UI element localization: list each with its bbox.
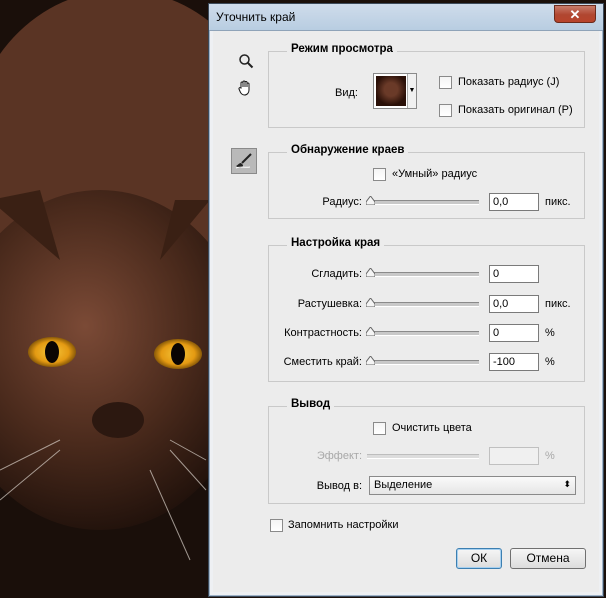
decontaminate-colors-checkbox[interactable]: [373, 422, 386, 435]
output-to-value: Выделение: [374, 479, 433, 491]
slider-thumb-icon[interactable]: [366, 356, 375, 365]
window-title: Уточнить край: [216, 10, 296, 24]
smooth-label: Сгладить:: [311, 268, 362, 280]
hand-icon: [238, 80, 250, 96]
feather-input[interactable]: 0,0: [489, 295, 539, 313]
show-original-label: Показать оригинал (P): [458, 104, 573, 116]
show-original-checkbox[interactable]: [439, 104, 452, 117]
output-to-label: Вывод в:: [316, 480, 362, 492]
show-radius-checkbox[interactable]: [439, 76, 452, 89]
amount-label: Эффект:: [316, 450, 362, 462]
chevron-down-icon: ▼: [407, 74, 416, 108]
ok-button[interactable]: ОК: [456, 548, 502, 569]
shift-edge-slider[interactable]: [366, 356, 479, 365]
adjust-edge-title: Настройка края: [287, 237, 385, 249]
edge-detection-title: Обнаружение краев: [287, 144, 409, 156]
zoom-tool[interactable]: [235, 53, 257, 73]
amount-slider: [367, 454, 479, 459]
output-title: Вывод: [287, 398, 335, 410]
refine-radius-tool[interactable]: [231, 148, 257, 174]
edge-detection-group: Обнаружение краев «Умный» радиус Радиус:…: [268, 144, 585, 219]
radius-unit: пикс.: [545, 196, 571, 208]
remember-settings-checkbox[interactable]: [270, 519, 283, 532]
shift-edge-unit: %: [545, 356, 555, 368]
contrast-unit: %: [545, 327, 555, 339]
feather-unit: пикс.: [545, 298, 571, 310]
adjust-edge-group: Настройка края Сгладить: 0 Растушевка: 0…: [268, 237, 585, 382]
shift-edge-input[interactable]: -100: [489, 353, 539, 371]
smooth-input[interactable]: 0: [489, 265, 539, 283]
contrast-slider[interactable]: [366, 327, 479, 336]
radius-label: Радиус:: [322, 196, 362, 208]
view-thumbnail: [376, 76, 406, 106]
remember-settings-label: Запомнить настройки: [288, 519, 399, 531]
hand-tool[interactable]: [235, 79, 257, 99]
contrast-input[interactable]: 0: [489, 324, 539, 342]
view-mode-title: Режим просмотра: [287, 43, 397, 55]
slider-thumb-icon[interactable]: [366, 268, 375, 277]
feather-slider[interactable]: [366, 298, 479, 307]
view-mode-group: Режим просмотра Вид: ▼ Показать радиус (…: [268, 43, 585, 128]
smooth-slider[interactable]: [366, 268, 479, 277]
close-button[interactable]: ✕: [554, 5, 596, 23]
smart-radius-checkbox[interactable]: [373, 168, 386, 181]
radius-slider[interactable]: [366, 196, 479, 205]
shift-edge-label: Сместить край:: [283, 356, 362, 368]
output-group: Вывод Очистить цвета Эффект: % Вывод в: …: [268, 398, 585, 504]
dialog-body: Режим просмотра Вид: ▼ Показать радиус (…: [213, 31, 599, 592]
refine-edge-dialog: Уточнить край ✕ Режим просмотра Вид: ▼ П…: [208, 3, 604, 597]
view-label: Вид:: [335, 87, 358, 99]
zoom-icon: [239, 54, 254, 69]
amount-input: [489, 447, 539, 465]
titlebar: Уточнить край ✕: [209, 4, 603, 31]
output-to-select[interactable]: Выделение ⬍: [369, 476, 576, 495]
updown-arrows-icon: ⬍: [563, 479, 571, 489]
slider-thumb-icon[interactable]: [366, 298, 375, 307]
refine-radius-brush-icon: [235, 153, 252, 169]
view-mode-picker[interactable]: ▼: [373, 73, 417, 109]
slider-thumb-icon[interactable]: [366, 327, 375, 336]
radius-input[interactable]: 0,0: [489, 193, 539, 211]
slider-thumb-icon[interactable]: [366, 196, 375, 205]
smart-radius-label: «Умный» радиус: [392, 168, 478, 180]
decontaminate-colors-label: Очистить цвета: [392, 422, 472, 434]
feather-label: Растушевка:: [297, 298, 362, 310]
contrast-label: Контрастность:: [284, 327, 362, 339]
cancel-button[interactable]: Отмена: [510, 548, 586, 569]
amount-unit: %: [545, 450, 555, 462]
show-radius-label: Показать радиус (J): [458, 76, 560, 88]
